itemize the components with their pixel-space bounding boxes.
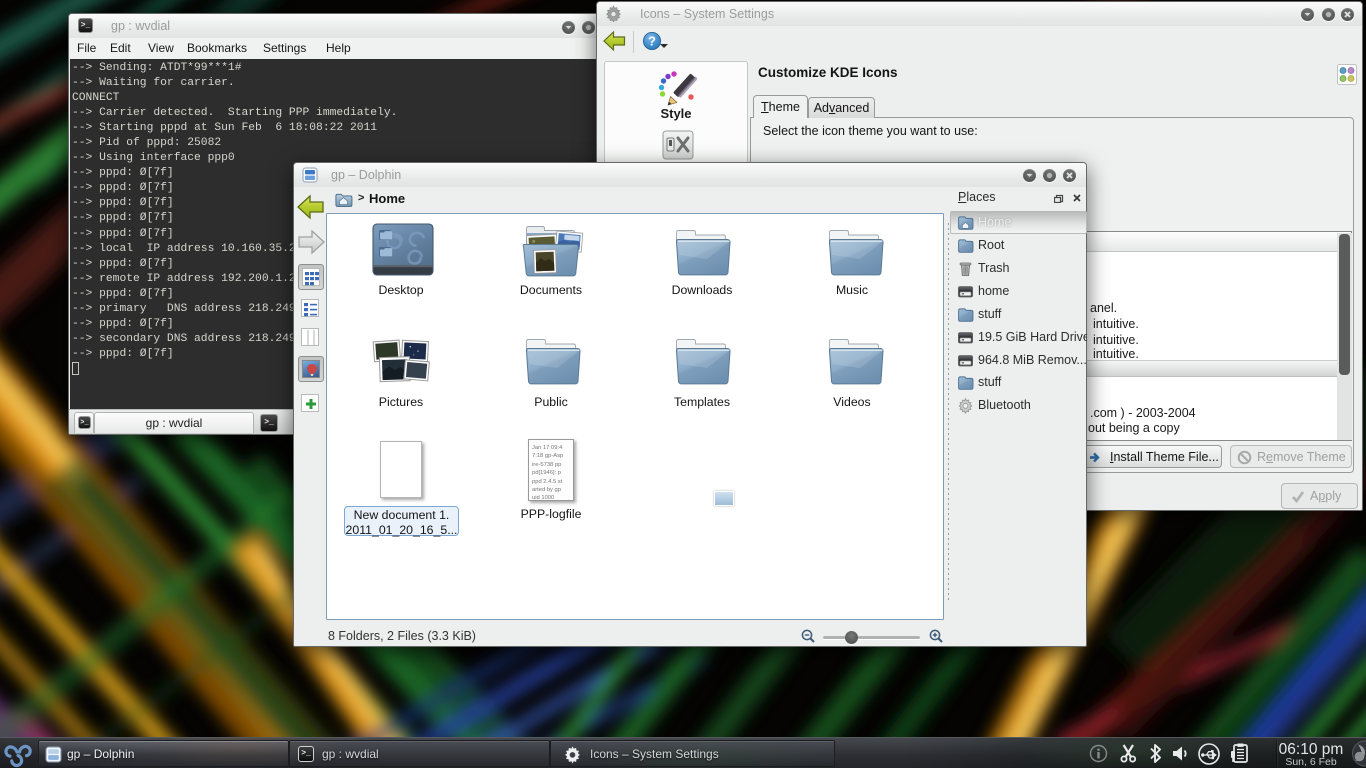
svg-text:?: ? bbox=[648, 34, 656, 49]
